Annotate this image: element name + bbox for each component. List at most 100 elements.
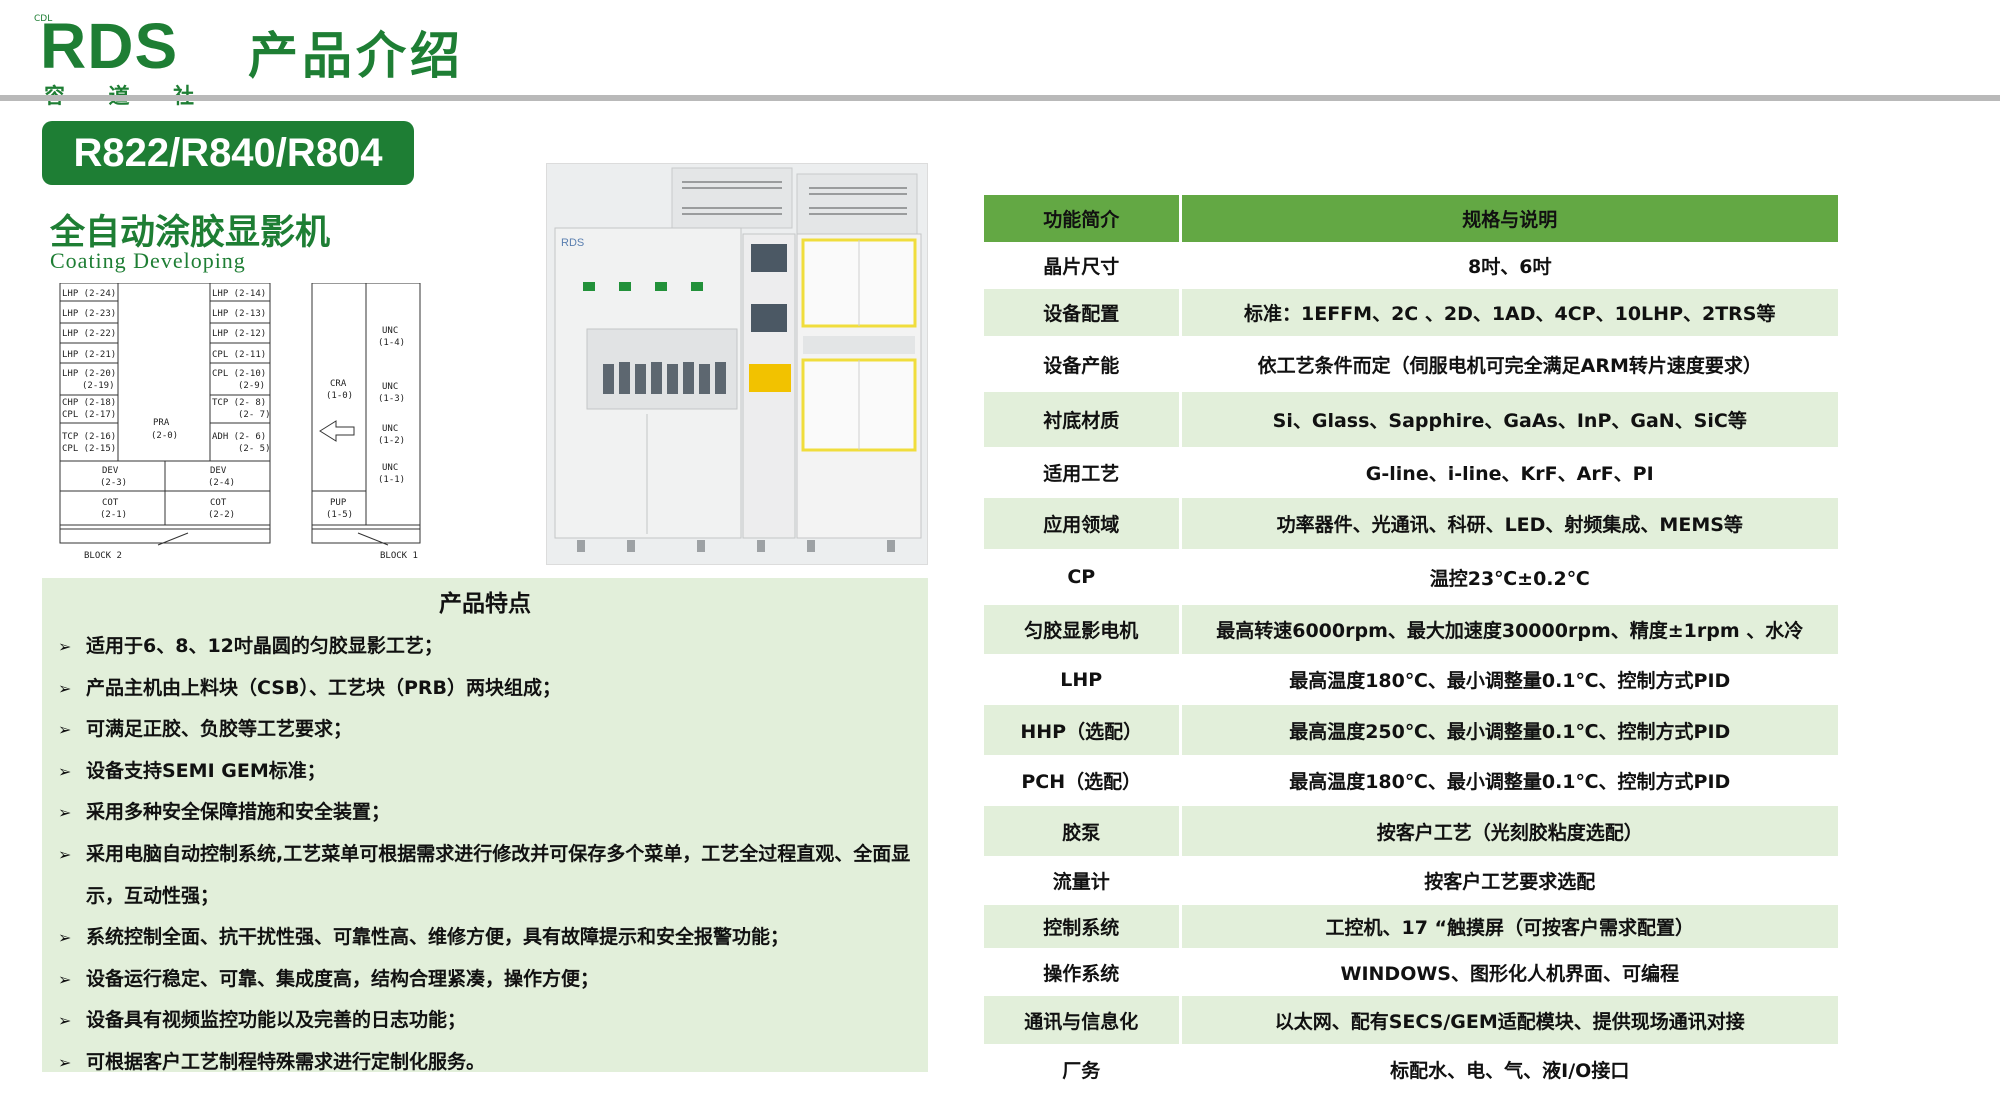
station-label: LHP (2-21) (62, 350, 116, 360)
station-label: LHP (2-22) (62, 329, 116, 339)
spec-value-cell: 标配水、电、气、液I/O接口 (1390, 1059, 1630, 1082)
page-title: 产品介绍 (248, 27, 464, 85)
station-label: LHP (2-13) (212, 309, 266, 319)
station-label: PRA (153, 418, 170, 428)
feature-item: ➢ 设备支持SEMI GEM标准； (56, 751, 924, 793)
equipment-layout-diagram: LHP (2-24) LHP (2-23) LHP (2-22) LHP (2-… (59, 283, 421, 561)
table-row: 设备产能 依工艺条件而定（伺服电机可完全满足ARM转片速度要求） (984, 336, 1838, 392)
station-label: UNC (382, 326, 398, 336)
spec-value-cell: 最高温度180℃、最小调整量0.1℃、控制方式PID (1289, 771, 1731, 793)
station-label: CRA (330, 379, 347, 389)
spec-feature-cell: 控制系统 (984, 905, 1182, 948)
station-label: UNC (382, 424, 398, 434)
table-row: HHP（选配） 最高温度250℃、最小调整量0.1℃、控制方式PID (984, 705, 1838, 755)
station-label: (1-2) (378, 436, 405, 446)
block-label: BLOCK 1 (380, 551, 418, 561)
station-label: (2-3) (100, 478, 127, 488)
arrow-bullet-icon: ➢ (58, 678, 72, 698)
table-row: 晶片尺寸 8吋、6吋 (984, 242, 1838, 289)
feature-item: ➢ 可根据客户工艺制程特殊需求进行定制化服务。 (56, 1042, 924, 1084)
spec-value-cell: 8吋、6吋 (1468, 256, 1552, 278)
table-row: 通讯与信息化 以太网、配有SECS/GEM适配模块、提供现场通讯对接 (984, 996, 1838, 1044)
spec-feature-cell: 设备产能 (984, 336, 1182, 392)
station-label: TCP (2-16) (62, 432, 116, 442)
station-label: (2- 5) (238, 444, 271, 454)
spec-value-cell: 按客户工艺（光刻胶粘度选配） (1180, 806, 1838, 856)
spec-value-cell: 功率器件、光通讯、科研、LED、射频集成、MEMS等 (1180, 498, 1838, 549)
station-label: UNC (382, 463, 398, 473)
feature-item: ➢ 设备运行稳定、可靠、集成度高，结构合理紧凑，操作方便； (56, 959, 924, 1001)
spec-feature-cell: 厂务 (984, 1044, 1182, 1094)
spec-feature-cell: 匀胶显影电机 (984, 605, 1182, 654)
arrow-bullet-icon: ➢ (58, 844, 72, 864)
table-row: CP 温控23℃±0.2℃ (984, 549, 1838, 605)
arrow-bullet-icon: ➢ (58, 1011, 72, 1031)
features-list: ➢ 适用于6、8、12吋晶圆的匀胶显影工艺； ➢ 产品主机由上料块（CSB）、工艺块… (56, 626, 924, 1084)
spec-feature-cell: 胶泵 (984, 806, 1182, 856)
spec-feature-cell: 通讯与信息化 (984, 996, 1182, 1044)
spec-value-cell: 最高温度180℃、最小调整量0.1℃、控制方式PID (1289, 670, 1731, 692)
spec-feature-cell: 晶片尺寸 (984, 242, 1182, 289)
table-row: 胶泵 按客户工艺（光刻胶粘度选配） (984, 806, 1838, 856)
station-label: COT (210, 498, 227, 508)
spec-table: 功能简介 规格与说明 晶片尺寸 8吋、6吋设备配置 标准：1EFFM、2C 、2D、… (984, 195, 1838, 1094)
feature-item: ➢ 采用电脑自动控制系统,工艺菜单可根据需求进行修改并可保存多个菜单，工艺全过程直… (56, 834, 924, 917)
station-label: (1-5) (326, 510, 353, 520)
model-badge: R822/R840/R804 (42, 121, 414, 185)
table-row: 匀胶显影电机 最高转速6000rpm、最大加速度30000rpm、精度±1rpm … (984, 605, 1838, 654)
photo-brand: RDS (561, 237, 584, 249)
spec-value-cell: 最高温度250℃、最小调整量0.1℃、控制方式PID (1180, 705, 1838, 755)
station-label: (1-3) (378, 394, 405, 404)
station-label: (2-1) (100, 510, 127, 520)
machine-photo: RDS (546, 163, 928, 565)
spec-value-cell: 依工艺条件而定（伺服电机可完全满足ARM转片速度要求） (1257, 354, 1762, 377)
station-label: LHP (2-14) (212, 289, 266, 299)
spec-header-function: 功能简介 (984, 195, 1182, 242)
arrow-bullet-icon: ➢ (58, 969, 72, 989)
feature-item: ➢ 适用于6、8、12吋晶圆的匀胶显影工艺； (56, 626, 924, 668)
station-label: (2-19) (82, 381, 115, 391)
table-row: PCH（选配） 最高温度180℃、最小调整量0.1℃、控制方式PID (984, 755, 1838, 806)
station-label: COT (102, 498, 119, 508)
station-label: CPL (2-17) (62, 410, 116, 420)
table-row: 设备配置 标准：1EFFM、2C 、2D、1AD、4CP、10LHP、2TRS等 (984, 289, 1838, 336)
spec-table-body: 晶片尺寸 8吋、6吋设备配置 标准：1EFFM、2C 、2D、1AD、4CP、10L… (984, 242, 1838, 1094)
table-row: 控制系统 工控机、17 “触摸屏（可按客户需求配置） (984, 905, 1838, 948)
station-label: UNC (382, 382, 398, 392)
spec-value-cell: Si、Glass、Sapphire、GaAs、InP、GaN、SiC等 (1180, 392, 1838, 447)
spec-value-cell: WINDOWS、图形化人机界面、可编程 (1340, 962, 1680, 985)
arrow-bullet-icon: ➢ (58, 720, 72, 740)
station-label: DEV (102, 466, 119, 476)
spec-feature-cell: 操作系统 (984, 948, 1182, 996)
spec-feature-cell: LHP (984, 654, 1182, 705)
feature-item: ➢ 设备具有视频监控功能以及完善的日志功能； (56, 1000, 924, 1042)
spec-value-cell: 最高转速6000rpm、最大加速度30000rpm、精度±1rpm 、水冷 (1180, 605, 1838, 654)
table-row: LHP 最高温度180℃、最小调整量0.1℃、控制方式PID (984, 654, 1838, 705)
table-row: 操作系统 WINDOWS、图形化人机界面、可编程 (984, 948, 1838, 996)
spec-feature-cell: 应用领域 (984, 498, 1182, 549)
station-label: LHP (2-12) (212, 329, 266, 339)
station-label: ADH (2- 6) (212, 432, 266, 442)
station-label: CPL (2-15) (62, 444, 116, 454)
station-label: (2-4) (208, 478, 235, 488)
feature-item: ➢ 可满足正胶、负胶等工艺要求； (56, 709, 924, 751)
station-label: PUP (330, 498, 347, 508)
station-label: (1-4) (378, 338, 405, 348)
logo-mark: RDS (40, 10, 179, 82)
spec-value-cell: G-line、i-line、KrF、ArF、PI (1365, 463, 1654, 485)
station-label: (1-0) (326, 391, 353, 401)
table-row: 衬底材质 Si、Glass、Sapphire、GaAs、InP、GaN、SiC等 (984, 392, 1838, 447)
spec-value-cell: 按客户工艺要求选配 (1424, 871, 1596, 893)
station-label: (2-9) (238, 381, 265, 391)
station-label: LHP (2-24) (62, 289, 116, 299)
product-name-english: Coating Developing (50, 248, 246, 273)
spec-feature-cell: 衬底材质 (984, 392, 1182, 447)
transfer-arrow-icon (319, 420, 355, 442)
spec-feature-cell: 流量计 (984, 856, 1182, 905)
spec-header-spec: 规格与说明 (1180, 195, 1838, 242)
station-label: (2-2) (208, 510, 235, 520)
station-label: (2-0) (151, 431, 178, 441)
arrow-bullet-icon: ➢ (58, 1052, 72, 1072)
arrow-bullet-icon: ➢ (58, 928, 72, 948)
table-row: 厂务 标配水、电、气、液I/O接口 (984, 1044, 1838, 1094)
